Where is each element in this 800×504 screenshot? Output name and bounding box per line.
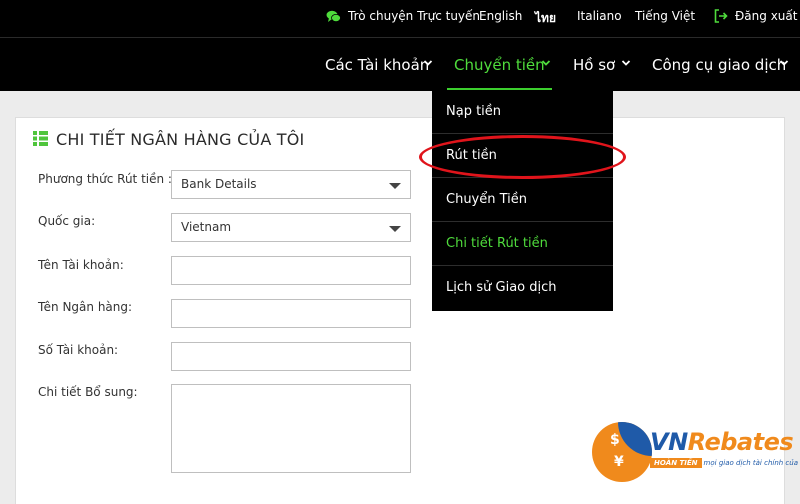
chevron-down-icon (621, 60, 631, 66)
language-thai[interactable]: ไทย (535, 9, 556, 28)
logout-link[interactable]: Đăng xuất (735, 9, 797, 23)
nav-profile-label: Hồ sơ (573, 56, 616, 74)
bank-name-input[interactable] (171, 299, 411, 328)
country-select[interactable]: Vietnam (171, 213, 411, 242)
main-navigation: Các Tài khoản Chuyển tiền Hồ sơ Công cụ … (0, 38, 800, 91)
language-italian[interactable]: Italiano (577, 9, 622, 23)
menu-item-label: Lịch sử Giao dịch (446, 280, 557, 295)
red-circle-annotation (419, 135, 626, 179)
menu-item-deposit[interactable]: Nạp tiền (432, 90, 613, 134)
account-number-label: Số Tài khoản: (38, 343, 119, 357)
chevron-down-icon (423, 60, 433, 66)
list-icon (33, 131, 48, 146)
nav-trading-tools-label: Công cụ giao dịch (652, 56, 787, 74)
withdraw-method-select[interactable]: Bank Details (171, 170, 411, 199)
logo-tagline: HOÀN TIỀNmọi giao dịch tài chính của bạn (650, 458, 800, 470)
chat-bubble-icon[interactable] (326, 10, 341, 23)
top-utility-bar: Trò chuyện Trực tuyến English ไทย Italia… (0, 0, 800, 38)
vnrebates-watermark-logo: $ ¥ VNRebates HOÀN TIỀN mọi giao dịch tài… (592, 418, 800, 496)
country-label: Quốc gia: (38, 214, 96, 228)
bank-name-label: Tên Ngân hàng: (38, 300, 133, 314)
page-title: CHI TIẾT NGÂN HÀNG CỦA TÔI (56, 130, 305, 149)
chevron-down-icon (779, 60, 789, 66)
transfer-dropdown-menu: Nạp tiền Rút tiền Chuyển Tiền Chi tiết R… (432, 90, 613, 311)
additional-details-textarea[interactable] (171, 384, 411, 473)
menu-item-withdraw-details[interactable]: Chi tiết Rút tiền (432, 222, 613, 266)
caret-down-icon (389, 183, 401, 189)
nav-accounts-label: Các Tài khoản (325, 56, 430, 74)
caret-down-icon (389, 226, 401, 232)
menu-item-transaction-history[interactable]: Lịch sử Giao dịch (432, 266, 613, 310)
logo-ball-icon: $ ¥ (592, 422, 652, 482)
withdraw-method-value: Bank Details (181, 177, 257, 191)
withdraw-method-label: Phương thức Rút tiền : (38, 172, 172, 186)
country-value: Vietnam (181, 220, 232, 234)
menu-item-label: Nạp tiền (446, 104, 502, 119)
additional-details-label: Chi tiết Bổ sung: (38, 385, 138, 399)
logo-wordmark: VNRebates (650, 428, 794, 456)
chevron-down-icon (541, 60, 551, 66)
nav-transfer-label: Chuyển tiền (454, 56, 545, 74)
live-chat-link[interactable]: Trò chuyện Trực tuyến (348, 9, 480, 23)
language-english[interactable]: English (479, 9, 522, 23)
logout-icon[interactable] (714, 9, 728, 23)
menu-item-label: Chi tiết Rút tiền (446, 236, 548, 251)
account-name-label: Tên Tài khoản: (38, 258, 124, 272)
menu-item-label: Chuyển Tiền (446, 192, 528, 207)
account-number-input[interactable] (171, 342, 411, 371)
language-vietnamese[interactable]: Tiếng Việt (635, 9, 695, 23)
menu-item-internal-transfer[interactable]: Chuyển Tiền (432, 178, 613, 222)
account-name-input[interactable] (171, 256, 411, 285)
